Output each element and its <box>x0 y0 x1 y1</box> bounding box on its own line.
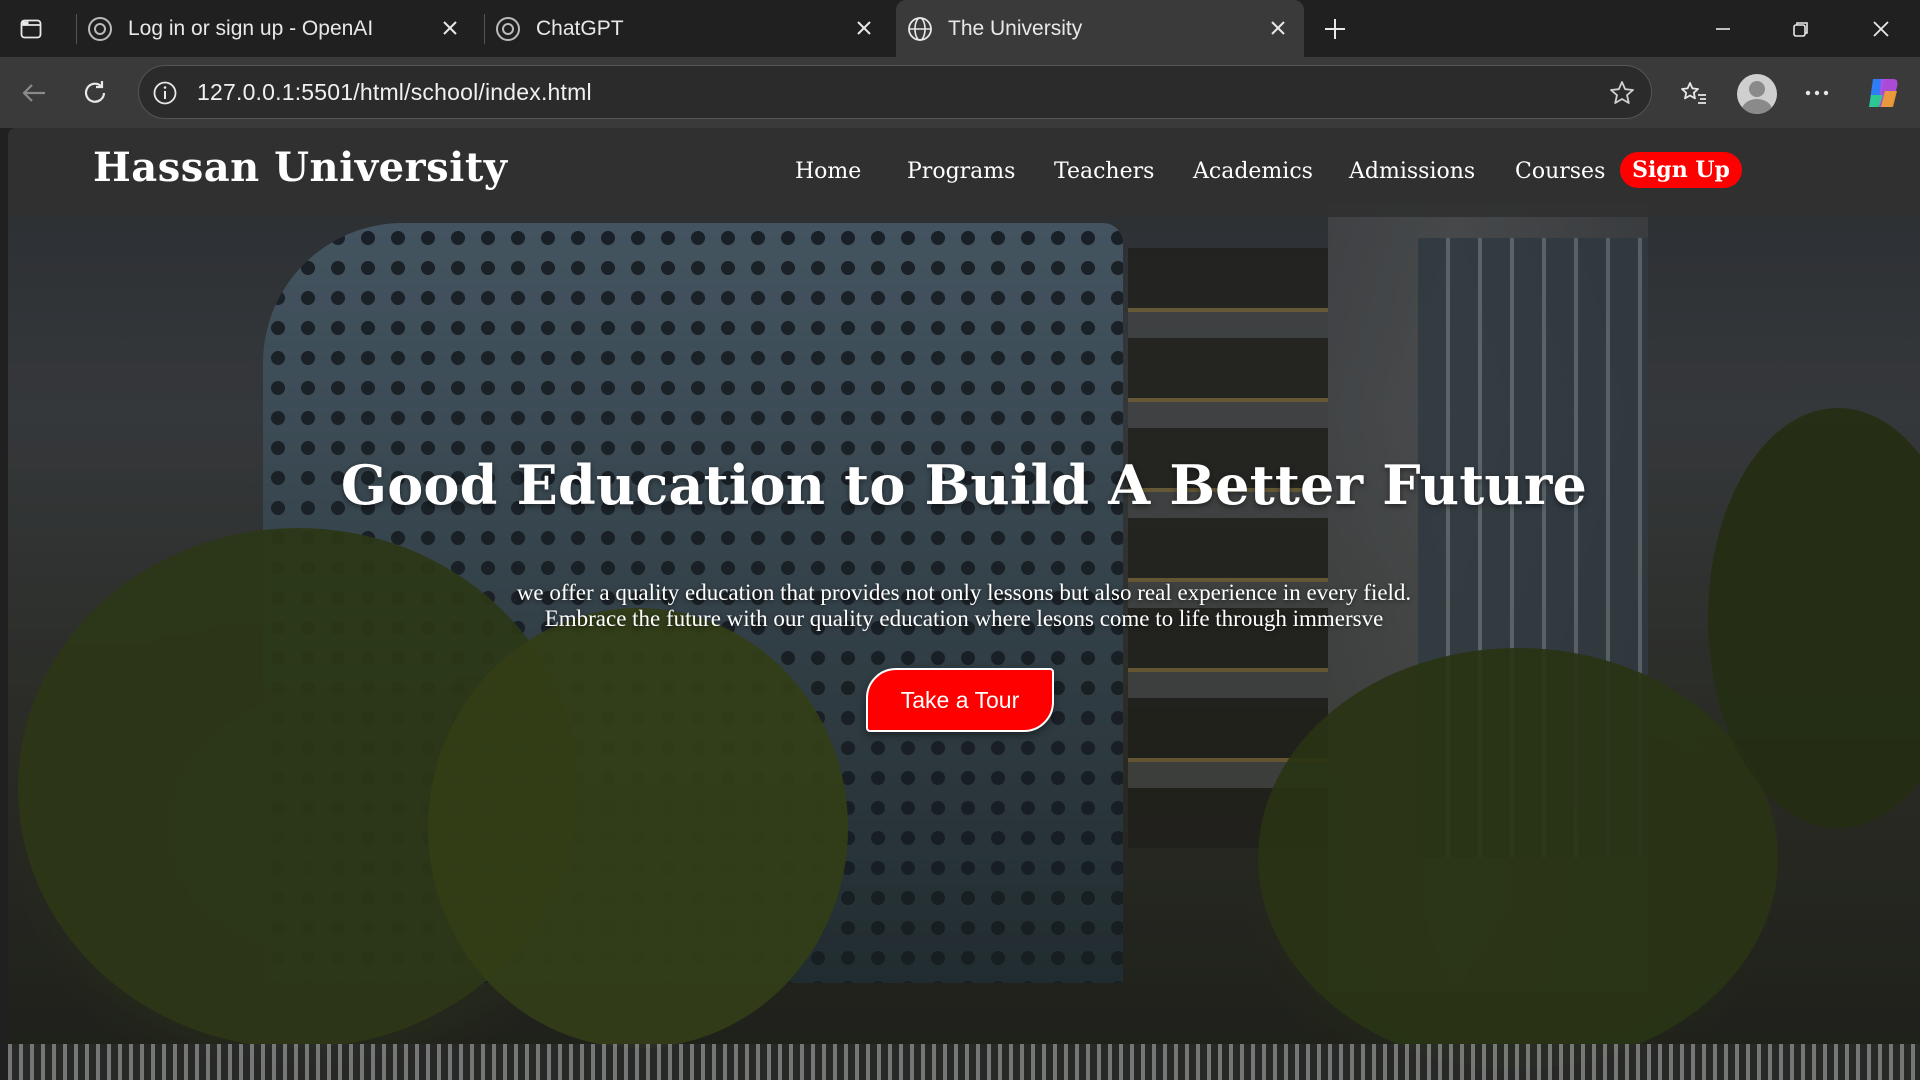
close-tab-icon[interactable] <box>438 16 462 40</box>
hero-subtitle-line-2: Embrace the future with our quality educ… <box>544 606 1384 631</box>
url-text[interactable]: 127.0.0.1:5501/html/school/index.html <box>197 79 592 106</box>
avatar-head <box>1749 81 1765 97</box>
refresh-icon[interactable] <box>77 75 113 111</box>
take-a-tour-button[interactable]: Take a Tour <box>866 668 1054 732</box>
site-brand[interactable]: Hassan University <box>93 144 508 191</box>
tab-the-university[interactable]: The University <box>896 0 1304 57</box>
site-info-icon[interactable] <box>151 79 179 107</box>
minimize-icon[interactable] <box>1700 12 1746 46</box>
browser-toolbar: 127.0.0.1:5501/html/school/index.html <box>0 57 1920 128</box>
profile-avatar[interactable] <box>1737 74 1777 114</box>
nav-programs[interactable]: Programs <box>907 159 1015 184</box>
tab-title: Log in or sign up - OpenAI <box>128 16 374 40</box>
browser-tab-bar: Log in or sign up - OpenAI ChatGPT The U… <box>0 0 1920 57</box>
address-bar[interactable]: 127.0.0.1:5501/html/school/index.html <box>138 65 1652 119</box>
globe-icon <box>906 15 934 43</box>
copilot-icon[interactable] <box>1863 73 1903 113</box>
close-window-icon[interactable] <box>1858 12 1904 46</box>
signup-button[interactable]: Sign Up <box>1620 152 1742 188</box>
nav-admissions[interactable]: Admissions <box>1349 159 1475 184</box>
hero-subtitle-line-1: we offer a quality education that provid… <box>516 580 1412 605</box>
close-tab-icon[interactable] <box>1266 16 1290 40</box>
avatar-body <box>1742 99 1772 114</box>
site-navbar: Hassan University Home Programs Teachers… <box>8 128 1920 217</box>
tab-separator <box>484 14 485 44</box>
nav-home[interactable]: Home <box>795 159 861 184</box>
tab-title: ChatGPT <box>536 16 624 40</box>
restore-icon[interactable] <box>1778 12 1824 46</box>
nav-courses[interactable]: Courses <box>1515 159 1605 184</box>
tab-openai-login[interactable]: Log in or sign up - OpenAI <box>86 0 476 57</box>
tab-separator <box>76 14 77 44</box>
nav-teachers[interactable]: Teachers <box>1054 159 1154 184</box>
openai-icon <box>86 15 114 43</box>
tab-actions-icon[interactable] <box>16 14 46 44</box>
hero-title: Good Education to Build A Better Future <box>340 453 1588 517</box>
tab-title: The University <box>948 16 1083 40</box>
page-viewport: Hassan University Home Programs Teachers… <box>8 128 1920 1080</box>
close-tab-icon[interactable] <box>852 16 876 40</box>
new-tab-icon[interactable] <box>1318 12 1352 46</box>
more-options-icon[interactable] <box>1799 75 1835 111</box>
favorite-star-icon[interactable] <box>1607 78 1637 108</box>
nav-academics[interactable]: Academics <box>1193 159 1313 184</box>
hero-subtitle: we offer a quality education that provid… <box>8 580 1920 632</box>
favorites-icon[interactable] <box>1676 75 1712 111</box>
back-arrow-icon[interactable] <box>16 75 52 111</box>
tab-chatgpt[interactable]: ChatGPT <box>494 0 890 57</box>
openai-icon <box>494 15 522 43</box>
